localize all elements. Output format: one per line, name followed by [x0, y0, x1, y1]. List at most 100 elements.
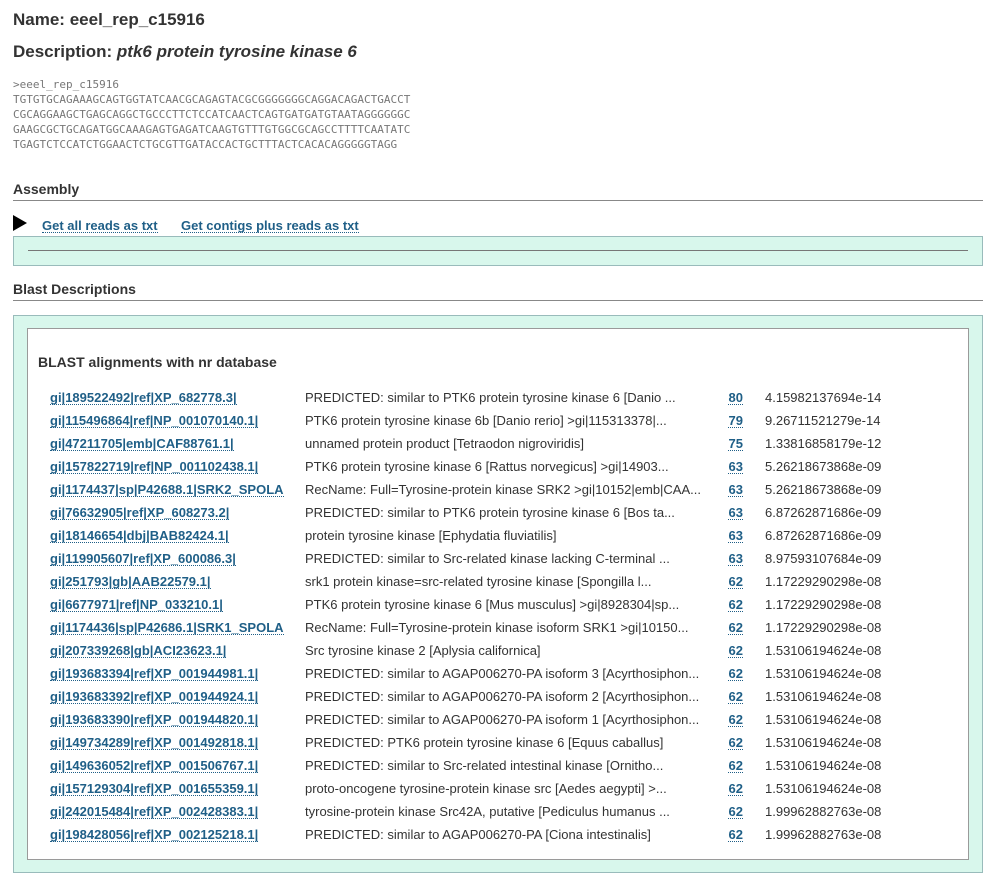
table-row: gi|149636052|ref|XP_001506767.1| PREDICTE…	[28, 758, 968, 781]
score-link[interactable]: 63	[728, 529, 743, 543]
table-row: gi|1174436|sp|P42686.1|SRK1_SPOLA RecName…	[28, 620, 968, 643]
score-link[interactable]: 62	[728, 598, 743, 612]
assembly-toolbar: Get all reads as txt Get contigs plus re…	[13, 214, 983, 234]
table-row: gi|157129304|ref|XP_001655359.1| proto-on…	[28, 781, 968, 804]
name-value: eeel_rep_c15916	[69, 10, 205, 29]
table-row: gi|76632905|ref|XP_608273.2| PREDICTED: s…	[28, 505, 968, 528]
score-link[interactable]: 63	[728, 506, 743, 520]
accession-link[interactable]: gi|193683392|ref|XP_001944924.1|	[50, 690, 259, 704]
get-contigs-reads-link[interactable]: Get contigs plus reads as txt	[181, 219, 359, 233]
description-value: ptk6 protein tyrosine kinase 6	[116, 42, 357, 61]
score-link[interactable]: 62	[728, 736, 743, 750]
accession-link[interactable]: gi|157129304|ref|XP_001655359.1|	[50, 782, 259, 796]
score-link[interactable]: 62	[728, 621, 743, 635]
hit-description: srk1 protein kinase=src-related tyrosine…	[305, 574, 652, 589]
score-link[interactable]: 79	[728, 414, 743, 428]
accession-link[interactable]: gi|47211705|emb|CAF88761.1|	[50, 437, 234, 451]
accession-link[interactable]: gi|149734289|ref|XP_001492818.1|	[50, 736, 259, 750]
accession-link[interactable]: gi|157822719|ref|NP_001102438.1|	[50, 460, 259, 474]
accession-link[interactable]: gi|1174437|sp|P42688.1|SRK2_SPOLA	[50, 483, 284, 497]
get-all-reads-link[interactable]: Get all reads as txt	[42, 219, 158, 233]
blast-section-title: Blast Descriptions	[13, 281, 983, 301]
score-link[interactable]: 62	[728, 828, 743, 842]
score-link[interactable]: 63	[728, 460, 743, 474]
score-link[interactable]: 62	[728, 805, 743, 819]
evalue-text: 1.53106194624e-08	[765, 735, 882, 750]
hit-description: PREDICTED: similar to AGAP006270-PA isof…	[305, 689, 700, 704]
score-link[interactable]: 62	[728, 575, 743, 589]
table-row: gi|242015484|ref|XP_002428383.1| tyrosine…	[28, 804, 968, 827]
score-link[interactable]: 62	[728, 667, 743, 681]
accession-link[interactable]: gi|149636052|ref|XP_001506767.1|	[50, 759, 259, 773]
blast-results-box: BLAST alignments with nr database gi|189…	[27, 328, 969, 860]
hit-description: RecName: Full=Tyrosine-protein kinase is…	[305, 620, 689, 635]
table-row: gi|47211705|emb|CAF88761.1| unnamed prote…	[28, 436, 968, 459]
hit-description: proto-oncogene tyrosine-protein kinase s…	[305, 781, 667, 796]
assembly-divider	[28, 250, 968, 251]
accession-link[interactable]: gi|198428056|ref|XP_002125218.1|	[50, 828, 259, 842]
evalue-text: 1.53106194624e-08	[765, 689, 882, 704]
accession-link[interactable]: gi|76632905|ref|XP_608273.2|	[50, 506, 230, 520]
accession-link[interactable]: gi|189522492|ref|XP_682778.3|	[50, 391, 237, 405]
blast-heading: BLAST alignments with nr database	[38, 354, 277, 370]
evalue-text: 1.53106194624e-08	[765, 758, 882, 773]
accession-link[interactable]: gi|6677971|ref|NP_033210.1|	[50, 598, 223, 612]
record-description: Description: ptk6 protein tyrosine kinas…	[13, 42, 357, 62]
table-row: gi|198428056|ref|XP_002125218.1| PREDICTE…	[28, 827, 968, 850]
hit-description: Src tyrosine kinase 2 [Aplysia californi…	[305, 643, 541, 658]
evalue-text: 5.26218673868e-09	[765, 459, 882, 474]
table-row: gi|251793|gb|AAB22579.1| srk1 protein kin…	[28, 574, 968, 597]
accession-link[interactable]: gi|251793|gb|AAB22579.1|	[50, 575, 211, 589]
table-row: gi|6677971|ref|NP_033210.1| PTK6 protein …	[28, 597, 968, 620]
hit-description: PREDICTED: similar to AGAP006270-PA [Cio…	[305, 827, 651, 842]
hit-description: protein tyrosine kinase [Ephydatia fluvi…	[305, 528, 557, 543]
hit-description: PREDICTED: similar to PTK6 protein tyros…	[305, 390, 676, 405]
evalue-text: 1.17229290298e-08	[765, 574, 882, 589]
hit-description: PREDICTED: PTK6 protein tyrosine kinase …	[305, 735, 664, 750]
evalue-text: 1.53106194624e-08	[765, 781, 882, 796]
evalue-text: 5.26218673868e-09	[765, 482, 882, 497]
hit-description: unnamed protein product [Tetraodon nigro…	[305, 436, 584, 451]
evalue-text: 1.53106194624e-08	[765, 666, 882, 681]
evalue-text: 6.87262871686e-09	[765, 528, 882, 543]
score-link[interactable]: 62	[728, 759, 743, 773]
hit-description: PREDICTED: similar to Src-related kinase…	[305, 551, 670, 566]
assembly-title: Assembly	[13, 181, 983, 201]
accession-link[interactable]: gi|119905607|ref|XP_600086.3|	[50, 552, 236, 566]
evalue-text: 1.53106194624e-08	[765, 712, 882, 727]
score-link[interactable]: 62	[728, 713, 743, 727]
score-link[interactable]: 75	[728, 437, 743, 451]
accession-link[interactable]: gi|115496864|ref|NP_001070140.1|	[50, 414, 259, 428]
score-link[interactable]: 80	[728, 391, 743, 405]
table-row: gi|157822719|ref|NP_001102438.1| PTK6 pro…	[28, 459, 968, 482]
table-row: gi|193683394|ref|XP_001944981.1| PREDICTE…	[28, 666, 968, 689]
hit-description: RecName: Full=Tyrosine-protein kinase SR…	[305, 482, 701, 497]
hit-description: PTK6 protein tyrosine kinase 6b [Danio r…	[305, 413, 667, 428]
assembly-panel	[13, 236, 983, 266]
accession-link[interactable]: gi|1174436|sp|P42686.1|SRK1_SPOLA	[50, 621, 284, 635]
accession-link[interactable]: gi|18146654|dbj|BAB82424.1|	[50, 529, 229, 543]
score-link[interactable]: 63	[728, 483, 743, 497]
sequence-block: >eeel_rep_c15916 TGTGTGCAGAAAGCAGTGGTATC…	[13, 78, 411, 151]
play-icon[interactable]	[13, 215, 27, 231]
table-row: gi|193683390|ref|XP_001944820.1| PREDICTE…	[28, 712, 968, 735]
hit-description: PTK6 protein tyrosine kinase 6 [Mus musc…	[305, 597, 680, 612]
evalue-text: 6.87262871686e-09	[765, 505, 882, 520]
hit-description: PREDICTED: similar to Src-related intest…	[305, 758, 664, 773]
table-row: gi|18146654|dbj|BAB82424.1| protein tyros…	[28, 528, 968, 551]
score-link[interactable]: 62	[728, 644, 743, 658]
accession-link[interactable]: gi|193683390|ref|XP_001944820.1|	[50, 713, 259, 727]
evalue-text: 1.17229290298e-08	[765, 620, 882, 635]
record-name: Name: eeel_rep_c15916	[13, 10, 205, 30]
table-row: gi|115496864|ref|NP_001070140.1| PTK6 pro…	[28, 413, 968, 436]
score-link[interactable]: 62	[728, 782, 743, 796]
accession-link[interactable]: gi|207339268|gb|ACI23623.1|	[50, 644, 227, 658]
table-row: gi|1174437|sp|P42688.1|SRK2_SPOLA RecName…	[28, 482, 968, 505]
hit-description: PREDICTED: similar to PTK6 protein tyros…	[305, 505, 675, 520]
score-link[interactable]: 63	[728, 552, 743, 566]
accession-link[interactable]: gi|193683394|ref|XP_001944981.1|	[50, 667, 259, 681]
accession-link[interactable]: gi|242015484|ref|XP_002428383.1|	[50, 805, 259, 819]
evalue-text: 1.17229290298e-08	[765, 597, 882, 612]
blast-panel: BLAST alignments with nr database gi|189…	[13, 315, 983, 873]
score-link[interactable]: 62	[728, 690, 743, 704]
